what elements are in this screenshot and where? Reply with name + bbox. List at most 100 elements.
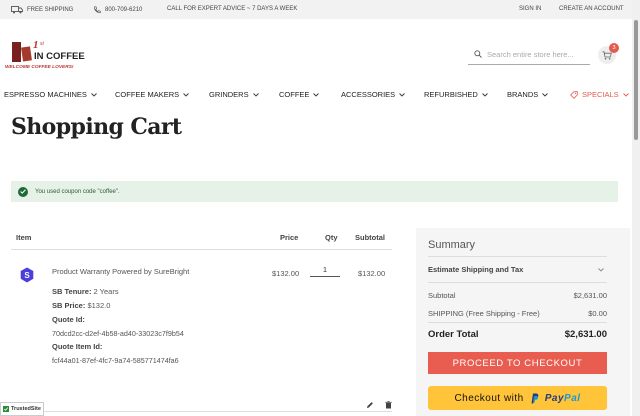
paypal-logo-part: Pay xyxy=(544,392,565,404)
chevron-down-icon xyxy=(542,92,549,97)
product-name-link[interactable]: Product Warranty Powered by SureBright xyxy=(52,267,189,276)
trustedsite-label: TrustedSite xyxy=(11,406,41,412)
chevron-down-icon xyxy=(313,92,320,97)
option-quote-id-value: 70dcd2cc-d2ef-4b58-ad40-33023c7f9b54 xyxy=(52,329,184,338)
svg-text:IN COFFEE: IN COFFEE xyxy=(34,51,85,62)
order-total-value: $2,631.00 xyxy=(564,329,607,340)
create-account-link[interactable]: CREATE AN ACCOUNT xyxy=(559,6,624,12)
chevron-down-icon xyxy=(183,92,190,97)
shipping-label: SHIPPING (Free Shipping - Free) xyxy=(428,309,540,318)
phone-number: 800-709-6210 xyxy=(105,7,143,13)
phone-icon xyxy=(94,6,101,14)
nav-item-refurbished[interactable]: REFURBISHED xyxy=(424,90,488,99)
sign-in-label: SIGN IN xyxy=(519,6,542,12)
nav-label: COFFEE xyxy=(279,90,310,99)
pencil-icon xyxy=(367,402,373,408)
paypal-logo-part: Pal xyxy=(564,392,581,404)
nav-item-specials[interactable]: SPECIALS xyxy=(570,90,629,99)
nav-label: GRINDERS xyxy=(209,90,249,99)
shipping-value: $0.00 xyxy=(588,309,607,318)
product-thumbnail[interactable]: S xyxy=(20,267,34,288)
nav-item-espresso-machines[interactable]: ESPRESSO MACHINES xyxy=(4,90,97,99)
table-header-divider xyxy=(11,249,392,250)
option-label: Quote Item Id: xyxy=(52,342,103,351)
summary-subtotal-row: Subtotal $2,631.00 xyxy=(428,291,607,300)
col-header-item: Item xyxy=(16,233,32,242)
nav-item-coffee-makers[interactable]: COFFEE MAKERS xyxy=(115,90,190,99)
summary-shipping-row: SHIPPING (Free Shipping - Free) $0.00 xyxy=(428,309,607,318)
nav-item-brands[interactable]: BRANDS xyxy=(507,90,549,99)
summary-total-row: Order Total $2,631.00 xyxy=(428,329,607,340)
subtotal-label: Subtotal xyxy=(428,291,456,300)
col-header-qty: Qty xyxy=(325,233,338,242)
search-input[interactable] xyxy=(487,49,587,59)
col-header-subtotal: Subtotal xyxy=(355,233,385,242)
option-value: 2 Years xyxy=(93,287,119,296)
summary-divider xyxy=(428,256,607,257)
scrollbar-thumb[interactable] xyxy=(634,20,638,140)
nav-label: REFURBISHED xyxy=(424,90,478,99)
col-header-price: Price xyxy=(280,233,299,242)
top-bar: FREE SHIPPING 800-709-6210 CALL FOR EXPE… xyxy=(0,0,640,19)
option-label: Quote Id: xyxy=(52,315,85,324)
nav-label: BRANDS xyxy=(507,90,539,99)
option-sb-price: SB Price: $132.0 xyxy=(52,301,110,310)
trustedsite-check-icon xyxy=(3,406,9,412)
estimate-shipping-toggle[interactable]: Estimate Shipping and Tax xyxy=(428,265,523,274)
svg-text:st: st xyxy=(40,41,44,47)
item-price: $132.00 xyxy=(272,269,300,278)
subtotal-value: $2,631.00 xyxy=(573,291,607,300)
expert-advice-text: CALL FOR EXPERT ADVICE ~ 7 DAYS A WEEK xyxy=(167,6,298,12)
cart-summary: Summary Estimate Shipping and Tax Subtot… xyxy=(416,228,630,416)
option-quote-id-label: Quote Id: xyxy=(52,315,85,324)
nav-label: SPECIALS xyxy=(582,90,619,99)
summary-divider xyxy=(428,282,607,283)
option-value: $132.0 xyxy=(87,301,111,310)
search-icon[interactable] xyxy=(474,50,482,58)
sign-in-link[interactable]: SIGN IN xyxy=(519,6,541,12)
paypal-icon xyxy=(531,393,539,403)
chevron-down-icon xyxy=(481,92,488,97)
logo-mark: 1 st IN COFFEE xyxy=(12,39,85,62)
phone-link[interactable]: 800-709-6210 xyxy=(93,6,142,14)
search-bar[interactable] xyxy=(468,44,590,65)
nav-item-grinders[interactable]: GRINDERS xyxy=(209,90,259,99)
checkmark-icon xyxy=(18,186,28,197)
page-title: Shopping Cart xyxy=(11,114,182,140)
option-quote-item-id-value: fcf44a01-87ef-4fc7-9a74-585771474fa6 xyxy=(52,356,179,365)
item-subtotal: $132.00 xyxy=(358,269,386,278)
nav-item-coffee[interactable]: COFFEE xyxy=(279,90,320,99)
trash-icon xyxy=(385,401,392,409)
success-message-text: You used coupon code "coffee". xyxy=(35,188,120,195)
qty-input[interactable] xyxy=(310,263,340,277)
paypal-logo: PayPal xyxy=(545,393,581,404)
paypal-prefix: Checkout with xyxy=(454,392,524,404)
nav-item-accessories[interactable]: ACCESSORIES xyxy=(341,90,406,99)
item-divider xyxy=(11,411,392,412)
option-label: SB Price: xyxy=(52,301,86,310)
expert-advice: CALL FOR EXPERT ADVICE ~ 7 DAYS A WEEK xyxy=(167,6,297,12)
main-nav: ESPRESSO MACHINES COFFEE MAKERS GRINDERS… xyxy=(0,88,632,102)
create-account-label: CREATE AN ACCOUNT xyxy=(559,6,624,12)
svg-text:1: 1 xyxy=(33,39,39,51)
paypal-checkout-button[interactable]: Checkout with PayPal xyxy=(428,386,607,410)
option-quote-item-id-label: Quote Item Id: xyxy=(52,342,102,351)
chevron-down-icon xyxy=(252,92,259,97)
free-shipping-text: FREE SHIPPING xyxy=(27,7,74,13)
summary-title: Summary xyxy=(428,239,476,251)
free-shipping: FREE SHIPPING xyxy=(11,6,73,14)
truck-icon xyxy=(11,6,23,14)
chevron-down-icon xyxy=(622,92,629,97)
order-total-label: Order Total xyxy=(428,329,479,340)
nav-label: ESPRESSO MACHINES xyxy=(4,90,87,99)
chevron-down-icon xyxy=(399,92,406,97)
proceed-to-checkout-button[interactable]: PROCEED TO CHECKOUT xyxy=(428,352,607,374)
chevron-down-icon[interactable] xyxy=(598,268,604,272)
chevron-down-icon xyxy=(91,92,97,97)
nav-label: COFFEE MAKERS xyxy=(115,90,180,99)
cart-count-badge: 3 xyxy=(609,43,619,53)
logo-tagline: WELCOME COFFEE LOVERS! xyxy=(5,65,74,70)
trustedsite-badge[interactable]: TrustedSite xyxy=(0,402,44,416)
nav-label: ACCESSORIES xyxy=(341,90,396,99)
summary-divider xyxy=(428,322,607,323)
